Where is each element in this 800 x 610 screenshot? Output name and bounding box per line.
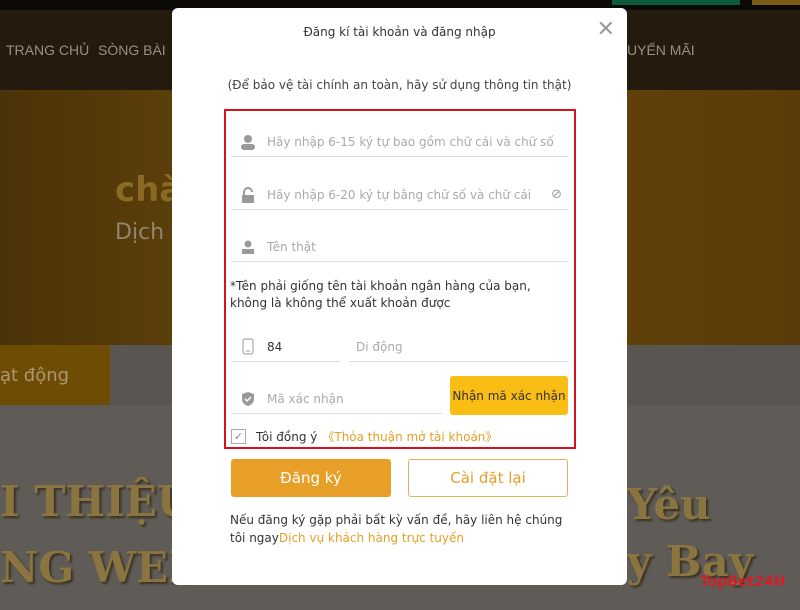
password-field[interactable]: ⊘ (231, 180, 568, 210)
code-field[interactable] (231, 384, 442, 414)
get-code-button[interactable]: Nhận mã xác nhận (450, 376, 568, 415)
agree-checkbox[interactable]: ✓ (231, 429, 246, 444)
register-modal: Đăng kí tài khoản và đăng nhập ✕ (Để bảo… (172, 8, 627, 585)
username-field[interactable] (231, 127, 568, 157)
left-banner-line1: I THIỆU (0, 477, 194, 526)
code-input[interactable] (267, 391, 442, 406)
help-text: Nếu đăng ký gặp phải bất kỳ vấn đề, hãy … (230, 511, 570, 547)
top-button-green[interactable] (612, 0, 740, 5)
person-id-icon (239, 238, 257, 256)
nav-casino[interactable]: SÒNG BÀI (98, 42, 166, 58)
agreement-link[interactable]: 《Thỏa thuận mở tài khoản》 (322, 428, 497, 445)
modal-title: Đăng kí tài khoản và đăng nhập (303, 25, 496, 39)
close-icon[interactable]: ✕ (597, 17, 615, 42)
agree-row: ✓ Tôi đồng ý 《Thỏa thuận mở tài khoản》 (231, 428, 497, 445)
agree-label: Tôi đồng ý (256, 429, 318, 444)
reset-button[interactable]: Cài đặt lại (408, 459, 568, 497)
username-input[interactable] (267, 134, 568, 149)
activity-label: ạt động (0, 365, 70, 386)
realname-input[interactable] (267, 239, 568, 254)
right-banner-line1: Yêu (627, 480, 711, 529)
customer-service-link[interactable]: Dịch vụ khách hàng trực tuyến (279, 531, 464, 545)
country-code: 84 (267, 339, 283, 354)
nav-promotions[interactable]: UYẾN MÃI (627, 42, 695, 58)
top-button-gold[interactable] (752, 0, 800, 5)
user-icon (239, 133, 257, 151)
phone-input[interactable] (356, 339, 568, 354)
modal-subtitle: (Để bảo vệ tài chính an toàn, hãy sử dụn… (227, 78, 572, 92)
password-input[interactable] (267, 187, 552, 202)
shield-icon (239, 390, 257, 408)
realname-field[interactable] (231, 232, 568, 262)
lock-icon (239, 186, 257, 204)
phone-field[interactable] (349, 332, 568, 362)
nav-home[interactable]: TRANG CHỦ (6, 42, 89, 58)
phone-icon (239, 338, 257, 356)
eye-hidden-icon[interactable]: ⊘ (551, 187, 562, 202)
country-code-field[interactable]: 84 (231, 332, 341, 362)
register-button[interactable]: Đăng ký (231, 459, 391, 497)
watermark-logo: TopBet24H (700, 574, 786, 590)
realname-note: *Tên phải giống tên tài khoản ngân hàng … (230, 279, 531, 310)
